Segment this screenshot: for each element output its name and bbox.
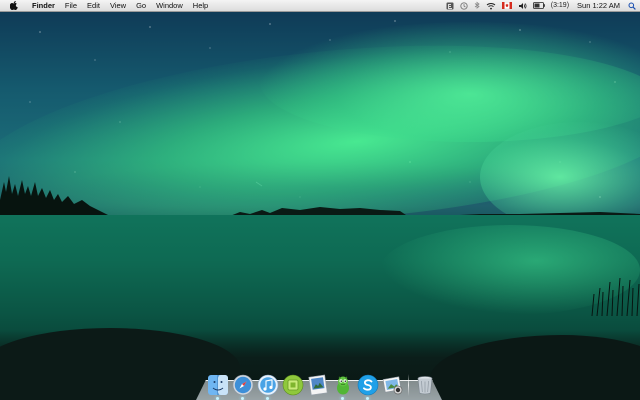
menu-edit[interactable]: Edit xyxy=(82,0,105,12)
dock-separator xyxy=(408,374,409,396)
wifi-icon[interactable] xyxy=(486,0,496,12)
menu-help[interactable]: Help xyxy=(188,0,213,12)
dock-finder[interactable] xyxy=(206,373,229,400)
dock-iphoto[interactable] xyxy=(381,373,404,396)
preview-icon xyxy=(307,374,328,395)
finder-icon xyxy=(207,374,228,395)
reeds xyxy=(591,277,640,316)
dock xyxy=(196,369,442,400)
adium-icon xyxy=(336,376,349,394)
battery-icon[interactable] xyxy=(532,0,545,12)
menu-file[interactable]: File xyxy=(60,0,82,12)
battery-time[interactable]: (3:19) xyxy=(551,0,569,12)
menu-bar: Finder File Edit View Go Window Help (3:… xyxy=(0,0,640,12)
apple-menu-icon[interactable] xyxy=(7,0,21,12)
dock-skype[interactable] xyxy=(356,373,379,400)
menu-view[interactable]: View xyxy=(105,0,131,12)
menu-app-finder[interactable]: Finder xyxy=(27,0,60,12)
dock-itunes[interactable] xyxy=(256,373,279,400)
dock-green-app[interactable] xyxy=(281,373,304,396)
status-area: (3:19) Sun 1:22 AM xyxy=(440,0,640,12)
menu-go[interactable]: Go xyxy=(131,0,151,12)
evernote-icon[interactable] xyxy=(446,0,454,12)
menu-clock[interactable]: Sun 1:22 AM xyxy=(577,1,620,10)
volume-icon[interactable] xyxy=(518,0,527,12)
bluetooth-icon[interactable] xyxy=(474,0,480,12)
spotlight-search-icon[interactable] xyxy=(628,0,636,12)
time-machine-icon[interactable] xyxy=(460,0,468,12)
skype-icon xyxy=(357,374,378,395)
dock-trash[interactable] xyxy=(413,373,436,396)
iphoto-icon xyxy=(382,375,402,394)
dock-preview[interactable] xyxy=(306,373,329,396)
canada-flag-input-icon[interactable] xyxy=(501,0,512,12)
dock-adium[interactable] xyxy=(331,373,354,400)
trash-icon xyxy=(417,375,432,394)
dock-safari[interactable] xyxy=(231,373,254,400)
menu-window[interactable]: Window xyxy=(151,0,188,12)
safari-icon xyxy=(232,374,253,395)
green-app-icon xyxy=(282,374,303,395)
itunes-icon xyxy=(257,374,278,395)
